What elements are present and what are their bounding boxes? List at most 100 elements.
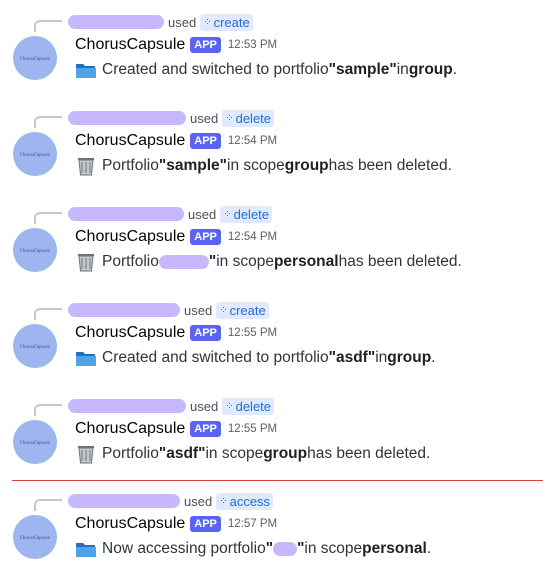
slash-command-pill[interactable]: ⁘ delete <box>222 109 275 127</box>
message-text: . <box>452 61 458 78</box>
reply-used-text: used <box>184 302 213 318</box>
message-text: has been deleted. <box>328 157 452 174</box>
timestamp[interactable]: 12:55 PM <box>228 423 277 435</box>
reply-used-text: used <box>168 14 197 30</box>
avatar[interactable]: ChorusCapsule <box>13 132 57 176</box>
timestamp[interactable]: 12:57 PM <box>228 518 277 530</box>
slash-command-pill[interactable]: ⁘ create <box>216 301 269 319</box>
username[interactable]: ChorusCapsule <box>75 515 185 533</box>
redacted-username <box>68 207 184 221</box>
scope-name: personal <box>362 540 427 557</box>
reply-preview[interactable]: used ⁘ delete <box>68 396 275 416</box>
redacted-username <box>68 494 180 508</box>
wastebasket-icon <box>78 254 94 272</box>
command-icon: ⁘ <box>219 304 227 316</box>
redacted-portfolio-name <box>158 255 209 269</box>
message-text: . <box>426 540 432 557</box>
command-icon: ⁘ <box>225 112 233 124</box>
avatar[interactable]: ChorusCapsule <box>13 420 57 464</box>
username[interactable]: ChorusCapsule <box>75 420 185 438</box>
portfolio-name: "asdf" <box>158 445 206 462</box>
reply-used-text: used <box>190 398 219 414</box>
command-icon: ⁘ <box>219 495 227 507</box>
message-text: in <box>396 61 409 78</box>
message-header: ChorusCapsule APP 12:57 PM <box>75 513 277 535</box>
redacted-portfolio-name <box>273 542 298 556</box>
timestamp[interactable]: 12:54 PM <box>228 135 277 147</box>
reply-spine <box>34 212 62 224</box>
message-text: Created and switched to portfolio <box>102 349 329 366</box>
message-text: in scope <box>205 445 264 462</box>
app-tag: APP <box>190 421 221 437</box>
message-content: Now accessing portfolio " " in scope pers… <box>75 537 431 561</box>
message-text: Portfolio <box>102 157 159 174</box>
timestamp[interactable]: 12:54 PM <box>228 231 277 243</box>
avatar-label: ChorusCapsule <box>19 247 50 253</box>
app-tag: APP <box>190 325 221 341</box>
slash-command-pill[interactable]: ⁘ delete <box>222 397 275 415</box>
message-text: Portfolio <box>102 445 159 462</box>
reply-spine <box>34 20 62 32</box>
reply-used-text: used <box>184 493 213 509</box>
avatar[interactable]: ChorusCapsule <box>13 515 57 559</box>
timestamp[interactable]: 12:55 PM <box>228 327 277 339</box>
message: used ⁘ create ChorusCapsule ChorusCapsul… <box>0 300 543 392</box>
reply-preview[interactable]: used ⁘ create <box>68 300 269 320</box>
slash-command-pill[interactable]: ⁘ delete <box>220 205 273 223</box>
scope-name: group <box>284 157 329 174</box>
command-icon: ⁘ <box>223 208 231 220</box>
folder-icon <box>76 543 96 557</box>
command-icon: ⁘ <box>203 16 211 28</box>
message-content: Created and switched to portfolio "asdf"… <box>75 346 435 370</box>
scope-name: group <box>408 61 453 78</box>
app-tag: APP <box>190 516 221 532</box>
avatar[interactable]: ChorusCapsule <box>13 324 57 368</box>
slash-command-pill[interactable]: ⁘ access <box>216 492 274 510</box>
avatar-label: ChorusCapsule <box>19 343 50 349</box>
message-header: ChorusCapsule APP 12:55 PM <box>75 322 277 344</box>
reply-spine <box>34 308 62 320</box>
username[interactable]: ChorusCapsule <box>75 324 185 342</box>
reply-preview[interactable]: used ⁘ create <box>68 12 253 32</box>
timestamp[interactable]: 12:53 PM <box>228 39 277 51</box>
username[interactable]: ChorusCapsule <box>75 132 185 150</box>
avatar-label: ChorusCapsule <box>19 55 50 61</box>
reply-used-text: used <box>188 206 217 222</box>
scope-name: group <box>263 445 308 462</box>
wastebasket-icon <box>78 446 94 464</box>
avatar-label: ChorusCapsule <box>19 151 50 157</box>
command-icon: ⁘ <box>225 400 233 412</box>
reply-spine <box>34 499 62 511</box>
username[interactable]: ChorusCapsule <box>75 228 185 246</box>
command-name: delete <box>235 110 272 126</box>
reply-preview[interactable]: used ⁘ delete <box>68 108 275 128</box>
message-text: in <box>375 349 388 366</box>
folder-icon <box>76 64 96 78</box>
new-messages-divider <box>12 480 543 481</box>
message-text: has been deleted. <box>338 253 462 270</box>
avatar[interactable]: ChorusCapsule <box>13 228 57 272</box>
reply-preview[interactable]: used ⁘ access <box>68 491 274 511</box>
redacted-username <box>68 111 186 125</box>
message-text: in scope <box>227 157 285 174</box>
message-header: ChorusCapsule APP 12:53 PM <box>75 34 277 56</box>
command-name: create <box>229 302 266 318</box>
reply-preview[interactable]: used ⁘ delete <box>68 204 273 224</box>
reply-used-text: used <box>190 110 219 126</box>
message: used ⁘ delete ChorusCapsule ChorusCapsul… <box>0 396 543 488</box>
portfolio-name: "sample" <box>328 61 397 78</box>
slash-command-pill[interactable]: ⁘ create <box>200 13 253 31</box>
command-name: create <box>213 14 250 30</box>
quote-mark: " <box>297 540 305 557</box>
message: used ⁘ delete ChorusCapsule ChorusCapsul… <box>0 108 543 200</box>
redacted-username <box>68 15 164 29</box>
message-content: Portfolio "sample" in scope group has be… <box>75 154 452 178</box>
portfolio-name: "asdf" <box>328 349 376 366</box>
message-text: has been deleted. <box>307 445 431 462</box>
message-text: Created and switched to portfolio <box>102 61 329 78</box>
folder-icon <box>76 352 96 366</box>
avatar[interactable]: ChorusCapsule <box>13 36 57 80</box>
message-header: ChorusCapsule APP 12:55 PM <box>75 418 277 440</box>
message: used ⁘ create ChorusCapsule ChorusCapsul… <box>0 12 543 104</box>
username[interactable]: ChorusCapsule <box>75 36 185 54</box>
